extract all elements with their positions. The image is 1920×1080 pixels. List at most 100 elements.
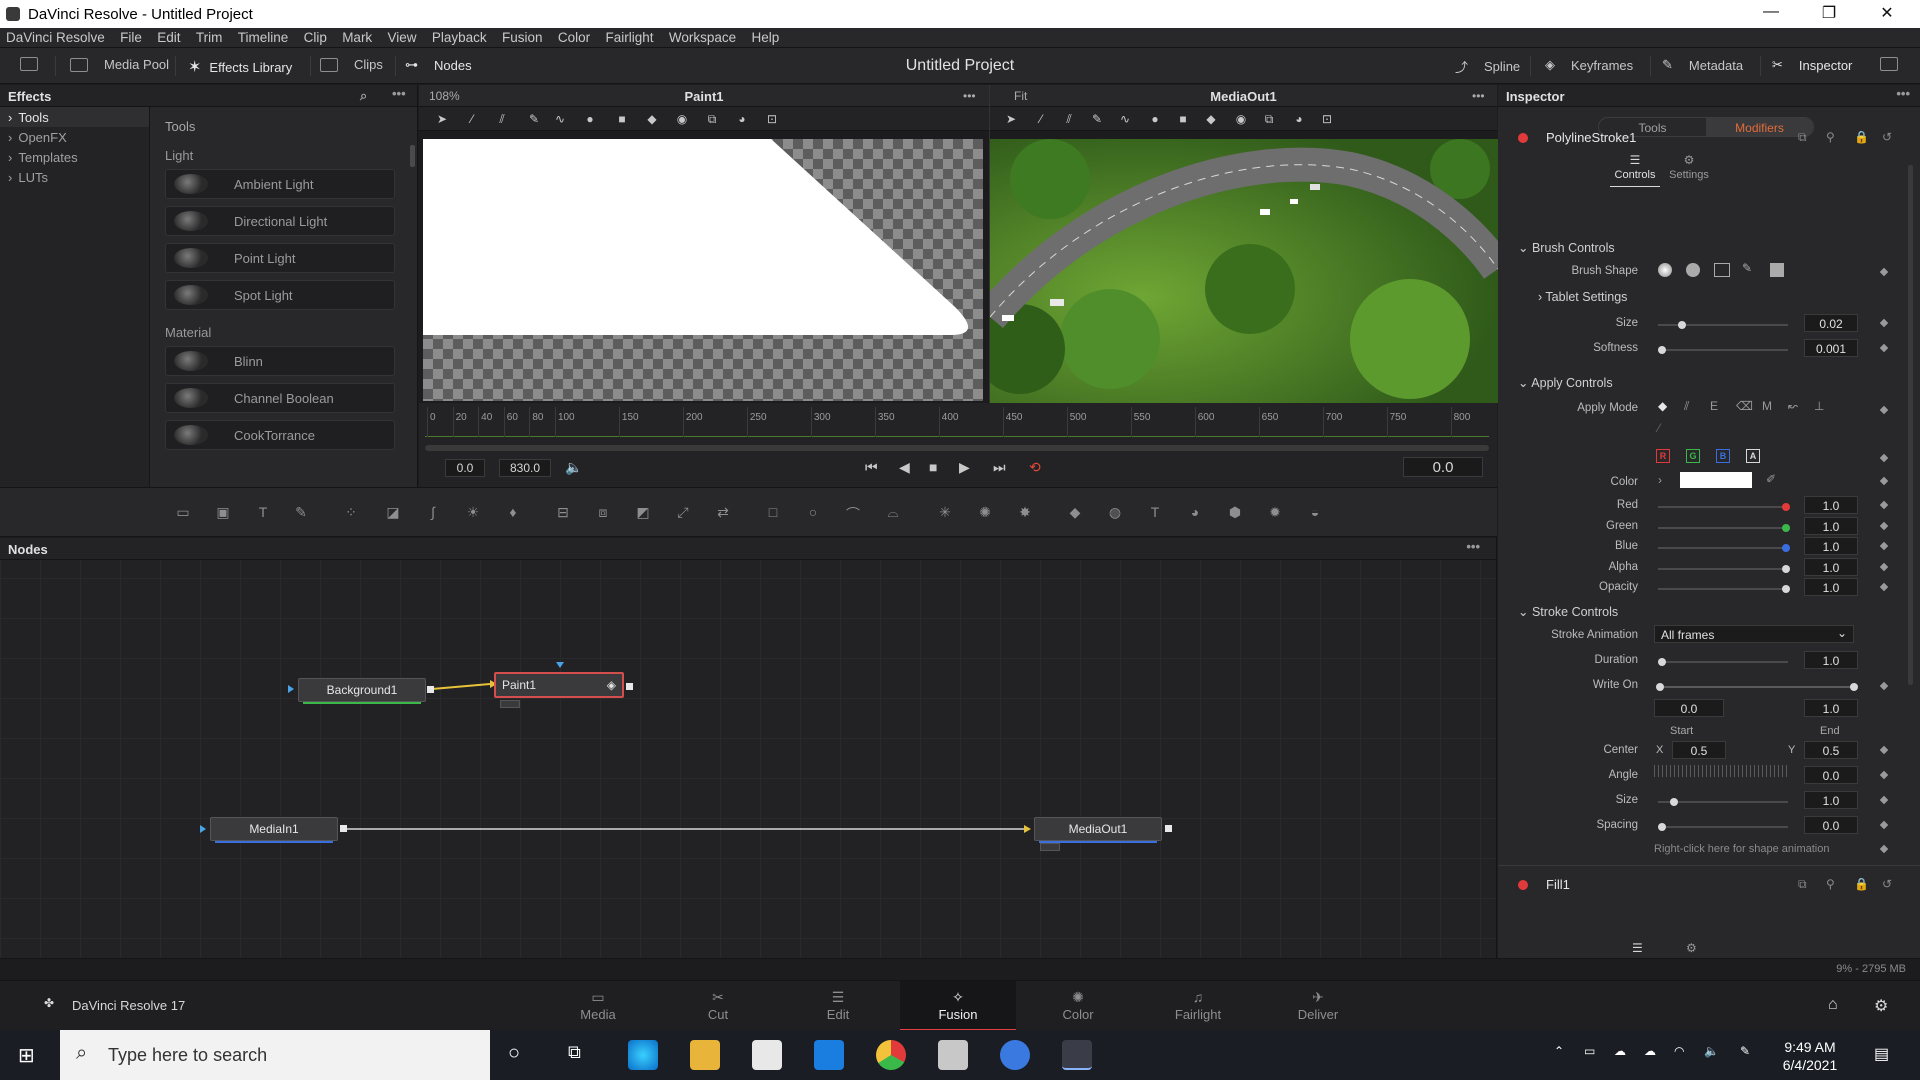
soft-brush-icon[interactable] xyxy=(1658,263,1672,277)
pin-icon[interactable]: ⚲ xyxy=(1826,130,1835,144)
menu-file[interactable]: File xyxy=(114,28,148,47)
spacing-slider[interactable] xyxy=(1658,823,1788,831)
apply-wire-icon[interactable]: ⁄ xyxy=(1658,421,1660,435)
ellipse-mask-icon[interactable]: ○ xyxy=(802,504,824,522)
notifications-icon[interactable]: ▤ xyxy=(1874,1044,1889,1064)
keyframe-icon[interactable] xyxy=(1879,476,1889,486)
time-ruler[interactable]: 0 20 40 60 80 100 150 200 250 300 350 400 450 500 550 6… xyxy=(419,403,1497,487)
keyframe-icon[interactable] xyxy=(1879,582,1889,592)
keyframe-icon[interactable] xyxy=(1879,343,1889,353)
slider-knob[interactable] xyxy=(1658,658,1666,666)
menu-color[interactable]: Color xyxy=(552,28,596,47)
planar-tracker-icon[interactable]: ✺ xyxy=(974,504,996,522)
minimize-button[interactable]: — xyxy=(1748,3,1794,21)
go-to-start-icon[interactable]: ⏮ xyxy=(865,459,878,476)
particle-emitter-icon[interactable]: ✸ xyxy=(1014,504,1036,522)
menu-clip[interactable]: Clip xyxy=(298,28,333,47)
tool-enable-toggle[interactable] xyxy=(1518,133,1528,143)
matte-icon[interactable]: ◩ xyxy=(632,504,654,522)
settings-gear-icon[interactable]: ⚙ xyxy=(1874,996,1888,1016)
spline-button[interactable]: ⤴ Spline xyxy=(1455,57,1520,76)
fill-icon[interactable]: ◕ xyxy=(735,112,749,126)
tracker-icon[interactable]: ✳ xyxy=(934,504,956,522)
node-mask-input[interactable] xyxy=(556,662,564,668)
more-options-icon[interactable]: ••• xyxy=(1472,89,1485,103)
stroke-controls-section[interactable]: ⌄ Stroke Controls xyxy=(1518,604,1618,619)
menu-edit[interactable]: Edit xyxy=(151,28,186,47)
shape-animation-hint[interactable]: Right-click here for shape animation xyxy=(1654,843,1829,855)
wifi-icon[interactable]: ◠ xyxy=(1674,1044,1684,1058)
select-tool-icon[interactable]: ➤ xyxy=(435,112,449,126)
write-on-start-field[interactable]: 0.0 xyxy=(1654,699,1724,717)
color-swatch[interactable] xyxy=(1680,472,1752,488)
reset-icon[interactable]: ↺ xyxy=(1882,130,1892,144)
keyframe-icon[interactable] xyxy=(1879,453,1889,463)
clone-stroke-icon[interactable]: ⫽ xyxy=(1062,112,1076,126)
search-icon[interactable]: ⌕ xyxy=(360,88,367,104)
image-plane-icon[interactable]: ◒ xyxy=(1304,504,1326,522)
menu-fusion[interactable]: Fusion xyxy=(496,28,549,47)
merge3d-icon[interactable]: ◍ xyxy=(1104,504,1126,522)
task-view-icon[interactable]: ⧉ xyxy=(568,1042,581,1063)
keyframe-icon[interactable] xyxy=(1879,795,1889,805)
keyframe-icon[interactable] xyxy=(1879,521,1889,530)
page-tab-deliver[interactable]: ✈ Deliver xyxy=(1260,981,1376,1031)
menu-help[interactable]: Help xyxy=(746,28,786,47)
mail-icon[interactable] xyxy=(814,1040,844,1070)
crop-icon[interactable]: ⊡ xyxy=(1320,112,1334,126)
controls-icon[interactable]: ☰ xyxy=(1632,941,1643,955)
color-corrector-icon[interactable]: ◪ xyxy=(382,504,404,522)
node-paint1[interactable]: Paint1 ◈ xyxy=(494,672,624,698)
transform-icon[interactable]: ⧉ xyxy=(705,112,719,126)
clone-stroke-icon[interactable]: ⫽ xyxy=(495,112,509,126)
paint-tool-icon[interactable]: ✎ xyxy=(290,504,312,522)
more-options-icon[interactable]: ••• xyxy=(1896,86,1910,101)
keyframe-icon[interactable] xyxy=(1879,318,1889,328)
apply-stamp-icon[interactable]: ⊥ xyxy=(1814,399,1824,413)
maximize-button[interactable]: ❐ xyxy=(1806,3,1852,23)
node-output-port[interactable] xyxy=(427,686,434,693)
slider-knob[interactable] xyxy=(1658,823,1666,831)
tree-item-templates[interactable]: › Templates xyxy=(0,147,149,167)
menu-timeline[interactable]: Timeline xyxy=(232,28,295,47)
bspline-mask-icon[interactable]: ⌓ xyxy=(882,504,904,522)
circle-brush-icon[interactable] xyxy=(1686,263,1700,277)
taskbar-search[interactable]: ⌕ Type here to search xyxy=(60,1030,490,1080)
subtab-settings[interactable]: ⚙ Settings xyxy=(1664,153,1714,187)
duration-slider[interactable] xyxy=(1658,658,1788,666)
multistroke-icon[interactable]: ⁄ xyxy=(465,112,479,126)
camera3d-icon[interactable]: ◕ xyxy=(1184,504,1206,522)
rgba-field[interactable]: 1.0 xyxy=(1804,578,1858,596)
range-start-knob[interactable] xyxy=(1656,683,1664,691)
effect-cooktorrance[interactable]: CookTorrance xyxy=(165,420,395,450)
keyframe-icon[interactable] xyxy=(1879,745,1889,755)
reset-icon[interactable]: ↺ xyxy=(1882,877,1892,891)
resize-icon[interactable]: ⤢ xyxy=(672,504,694,522)
lock-icon[interactable]: 🔒 xyxy=(1854,877,1869,891)
text3d-icon[interactable]: T xyxy=(1144,504,1166,522)
node-settings-icon[interactable]: ◈ xyxy=(607,674,616,696)
pen-icon[interactable]: ✎ xyxy=(1740,1044,1750,1058)
slider-knob[interactable] xyxy=(1782,585,1790,593)
apply-erase-icon[interactable]: ⌫ xyxy=(1736,399,1753,413)
image-brush-icon[interactable] xyxy=(1714,263,1730,277)
cloud-icon[interactable]: ☁ xyxy=(1644,1044,1656,1058)
channel-g-toggle[interactable]: G xyxy=(1686,449,1700,463)
rgba-slider[interactable] xyxy=(1658,544,1790,552)
drop-icon[interactable]: ♦ xyxy=(502,504,524,522)
brush-controls-section[interactable]: ⌄ Brush Controls xyxy=(1518,240,1615,255)
battery-icon[interactable]: ▭ xyxy=(1584,1044,1595,1058)
range-end-knob[interactable] xyxy=(1850,683,1858,691)
home-icon[interactable]: ⌂ xyxy=(1828,996,1838,1014)
node-background1[interactable]: Background1 xyxy=(298,678,426,704)
system-clock[interactable]: 9:49 AM 6/4/2021 xyxy=(1770,1038,1850,1074)
keyframe-icon[interactable] xyxy=(1879,820,1889,830)
stroke-icon[interactable]: ✎ xyxy=(527,112,541,126)
windows-start-icon[interactable]: ⊞ xyxy=(18,1043,35,1068)
apply-merge-icon[interactable]: M xyxy=(1762,399,1772,413)
stroke-icon[interactable]: ✎ xyxy=(1090,112,1104,126)
effects-scrollbar[interactable] xyxy=(410,145,415,167)
softness-slider[interactable] xyxy=(1658,346,1788,354)
size-field[interactable]: 0.02 xyxy=(1804,314,1858,332)
merge-icon[interactable]: ⊟ xyxy=(552,504,574,522)
